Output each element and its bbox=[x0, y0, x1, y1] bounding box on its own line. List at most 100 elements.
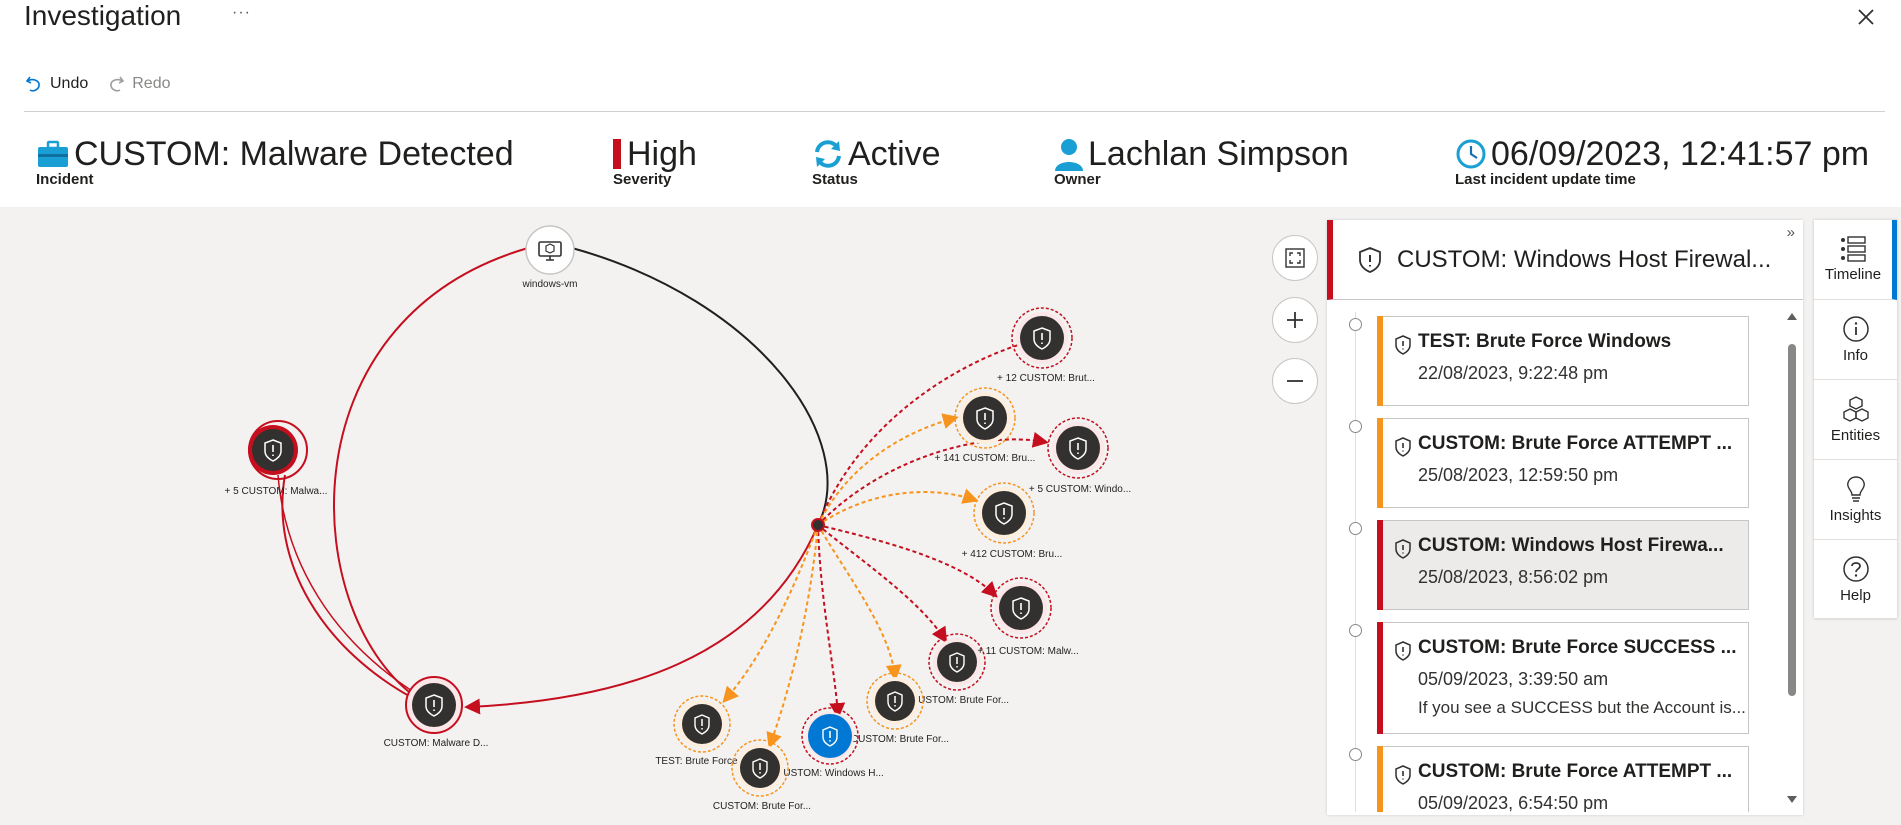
scroll-down-icon[interactable] bbox=[1787, 796, 1797, 804]
timeline-card-2[interactable]: CUSTOM: Brute Force ATTEMPT ... 25/08/20… bbox=[1377, 418, 1749, 508]
tab-label: Insights bbox=[1829, 507, 1882, 524]
timeline-line bbox=[1355, 312, 1356, 812]
graph-node-n6[interactable]: CUSTOM: Brute For... bbox=[911, 633, 1009, 706]
fit-to-screen-button[interactable] bbox=[1272, 235, 1318, 281]
undo-button[interactable]: Undo bbox=[24, 74, 88, 94]
updated-value: 06/09/2023, 12:41:57 pm bbox=[1491, 135, 1870, 173]
insights-icon bbox=[1846, 476, 1865, 502]
edge-hub-n4 bbox=[817, 488, 979, 526]
zoom-in-button[interactable] bbox=[1272, 297, 1318, 343]
timeline-dot bbox=[1349, 522, 1362, 535]
side-tab-bar: Timeline Info Entities Insights Help bbox=[1814, 220, 1897, 620]
fit-screen-icon bbox=[1285, 248, 1305, 268]
node-label-n10: CUSTOM: Brute For... bbox=[713, 801, 811, 812]
shield-alert-icon bbox=[1395, 335, 1411, 355]
node-label-n7: CUSTOM: Brute For... bbox=[851, 734, 949, 745]
graph-node-n7[interactable]: CUSTOM: Brute For... bbox=[851, 672, 949, 745]
shield-alert-icon bbox=[1395, 539, 1411, 559]
tab-label: Help bbox=[1840, 587, 1871, 604]
edge-hub-incident bbox=[464, 524, 819, 715]
summary-status: Active Status bbox=[812, 134, 941, 188]
zoom-out-button[interactable] bbox=[1272, 358, 1318, 404]
tab-insights[interactable]: Insights bbox=[1814, 460, 1897, 540]
severity-bar bbox=[1377, 418, 1383, 508]
card-date: 05/09/2023, 6:54:50 pm bbox=[1418, 793, 1609, 812]
graph-node-n5[interactable]: + 11 CUSTOM: Malw... bbox=[977, 577, 1079, 657]
status-label: Status bbox=[812, 171, 858, 188]
shield-alert-icon bbox=[1395, 765, 1411, 785]
minus-icon bbox=[1287, 380, 1303, 382]
node-label-vm: windows-vm bbox=[521, 279, 577, 290]
card-date: 25/08/2023, 8:56:02 pm bbox=[1418, 567, 1609, 587]
tab-label: Info bbox=[1842, 347, 1869, 364]
timeline-card-1[interactable]: TEST: Brute Force Windows 22/08/2023, 9:… bbox=[1377, 316, 1749, 406]
investigation-window: Investigation ··· Undo Redo CUSTOM: Malw… bbox=[0, 0, 1901, 825]
shield-alert-icon bbox=[1359, 246, 1381, 273]
tab-timeline[interactable]: Timeline bbox=[1814, 220, 1897, 300]
summary-updated: 06/09/2023, 12:41:57 pm Last incident up… bbox=[1455, 134, 1869, 188]
panel-header: CUSTOM: Windows Host Firewal... » bbox=[1327, 220, 1803, 300]
tab-entities[interactable]: Entities bbox=[1814, 380, 1897, 460]
graph-node-n2[interactable]: + 141 CUSTOM: Bru... bbox=[935, 387, 1036, 464]
card-title: CUSTOM: Brute Force ATTEMPT ... bbox=[1418, 761, 1733, 782]
severity-bar bbox=[613, 139, 621, 169]
summary-incident: CUSTOM: Malware Detected Incident bbox=[36, 134, 514, 188]
timeline-card-4[interactable]: CUSTOM: Brute Force SUCCESS ... 05/09/20… bbox=[1377, 622, 1749, 734]
timeline-dot bbox=[1349, 318, 1362, 331]
card-title: CUSTOM: Brute Force SUCCESS ... bbox=[1418, 637, 1737, 658]
redo-icon bbox=[110, 76, 125, 92]
edge-hub-n7 bbox=[817, 524, 902, 681]
graph-node-hub[interactable] bbox=[811, 518, 825, 532]
node-label-n6: CUSTOM: Brute For... bbox=[911, 695, 1009, 706]
timeline-scrollbar[interactable] bbox=[1785, 312, 1799, 812]
edge-hub-n5 bbox=[817, 524, 998, 598]
node-label-n8: CUSTOM: Windows H... bbox=[776, 768, 884, 779]
severity-bar bbox=[1377, 746, 1383, 812]
briefcase-icon bbox=[38, 140, 68, 167]
timeline-dot bbox=[1349, 748, 1362, 761]
graph-node-malware-group[interactable]: + 5 CUSTOM: Malwa... bbox=[225, 420, 328, 497]
edge-malware-incident bbox=[281, 474, 421, 703]
timeline-dot bbox=[1349, 624, 1362, 637]
collapse-panel-button[interactable]: » bbox=[1787, 224, 1795, 241]
graph-node-incident[interactable]: CUSTOM: Malware D... bbox=[384, 676, 489, 749]
card-title: TEST: Brute Force Windows bbox=[1418, 331, 1672, 352]
timeline-dot bbox=[1349, 420, 1362, 433]
tab-info[interactable]: Info bbox=[1814, 300, 1897, 380]
edge-hub-n8 bbox=[817, 524, 846, 719]
shield-alert-icon bbox=[1395, 641, 1411, 661]
timeline-card-3[interactable]: CUSTOM: Windows Host Firewa... 25/08/202… bbox=[1377, 520, 1749, 610]
incident-summary: CUSTOM: Malware Detected Incident High S… bbox=[0, 134, 1901, 194]
page-title: Investigation bbox=[24, 0, 182, 31]
node-label-n3: + 5 CUSTOM: Windo... bbox=[1029, 484, 1131, 495]
help-icon bbox=[1842, 556, 1869, 582]
graph-node-n9[interactable]: TEST: Brute Force ... bbox=[655, 695, 749, 767]
severity-bar bbox=[1377, 316, 1383, 406]
owner-value: Lachlan Simpson bbox=[1088, 135, 1349, 173]
graph-node-n1[interactable]: + 12 CUSTOM: Brut... bbox=[997, 307, 1095, 384]
undo-label: Undo bbox=[50, 75, 89, 92]
tab-help[interactable]: Help bbox=[1814, 540, 1897, 620]
alert-detail-panel: CUSTOM: Windows Host Firewal... » TEST: … bbox=[1327, 220, 1803, 815]
node-label-n4: + 412 CUSTOM: Bru... bbox=[962, 549, 1063, 560]
edge-hub-n2 bbox=[817, 413, 959, 526]
incident-label: Incident bbox=[36, 171, 94, 188]
graph-node-windows-vm[interactable]: windows-vm bbox=[521, 225, 578, 290]
scroll-up-icon[interactable] bbox=[1787, 312, 1797, 320]
card-description: If you see a SUCCESS but the Account is.… bbox=[1418, 698, 1746, 717]
timeline-card-5[interactable]: CUSTOM: Brute Force ATTEMPT ... 05/09/20… bbox=[1377, 746, 1749, 812]
card-date: 22/08/2023, 9:22:48 pm bbox=[1418, 363, 1609, 383]
node-label-n5: + 11 CUSTOM: Malw... bbox=[977, 646, 1079, 657]
edge-hub-n10 bbox=[766, 524, 819, 749]
undo-icon bbox=[25, 76, 40, 92]
scrollbar-thumb[interactable] bbox=[1788, 344, 1796, 696]
summary-owner: Lachlan Simpson Owner bbox=[1054, 134, 1349, 188]
close-icon[interactable] bbox=[1853, 4, 1879, 30]
redo-button[interactable]: Redo bbox=[106, 74, 171, 94]
more-options-button[interactable]: ··· bbox=[232, 4, 251, 22]
alert-timeline[interactable]: TEST: Brute Force Windows 22/08/2023, 9:… bbox=[1327, 312, 1803, 812]
card-date: 05/09/2023, 3:39:50 am bbox=[1418, 669, 1609, 689]
refresh-icon bbox=[815, 140, 841, 168]
graph-node-n3[interactable]: + 5 CUSTOM: Windo... bbox=[1029, 417, 1131, 495]
edge-vm-hub bbox=[571, 247, 829, 526]
